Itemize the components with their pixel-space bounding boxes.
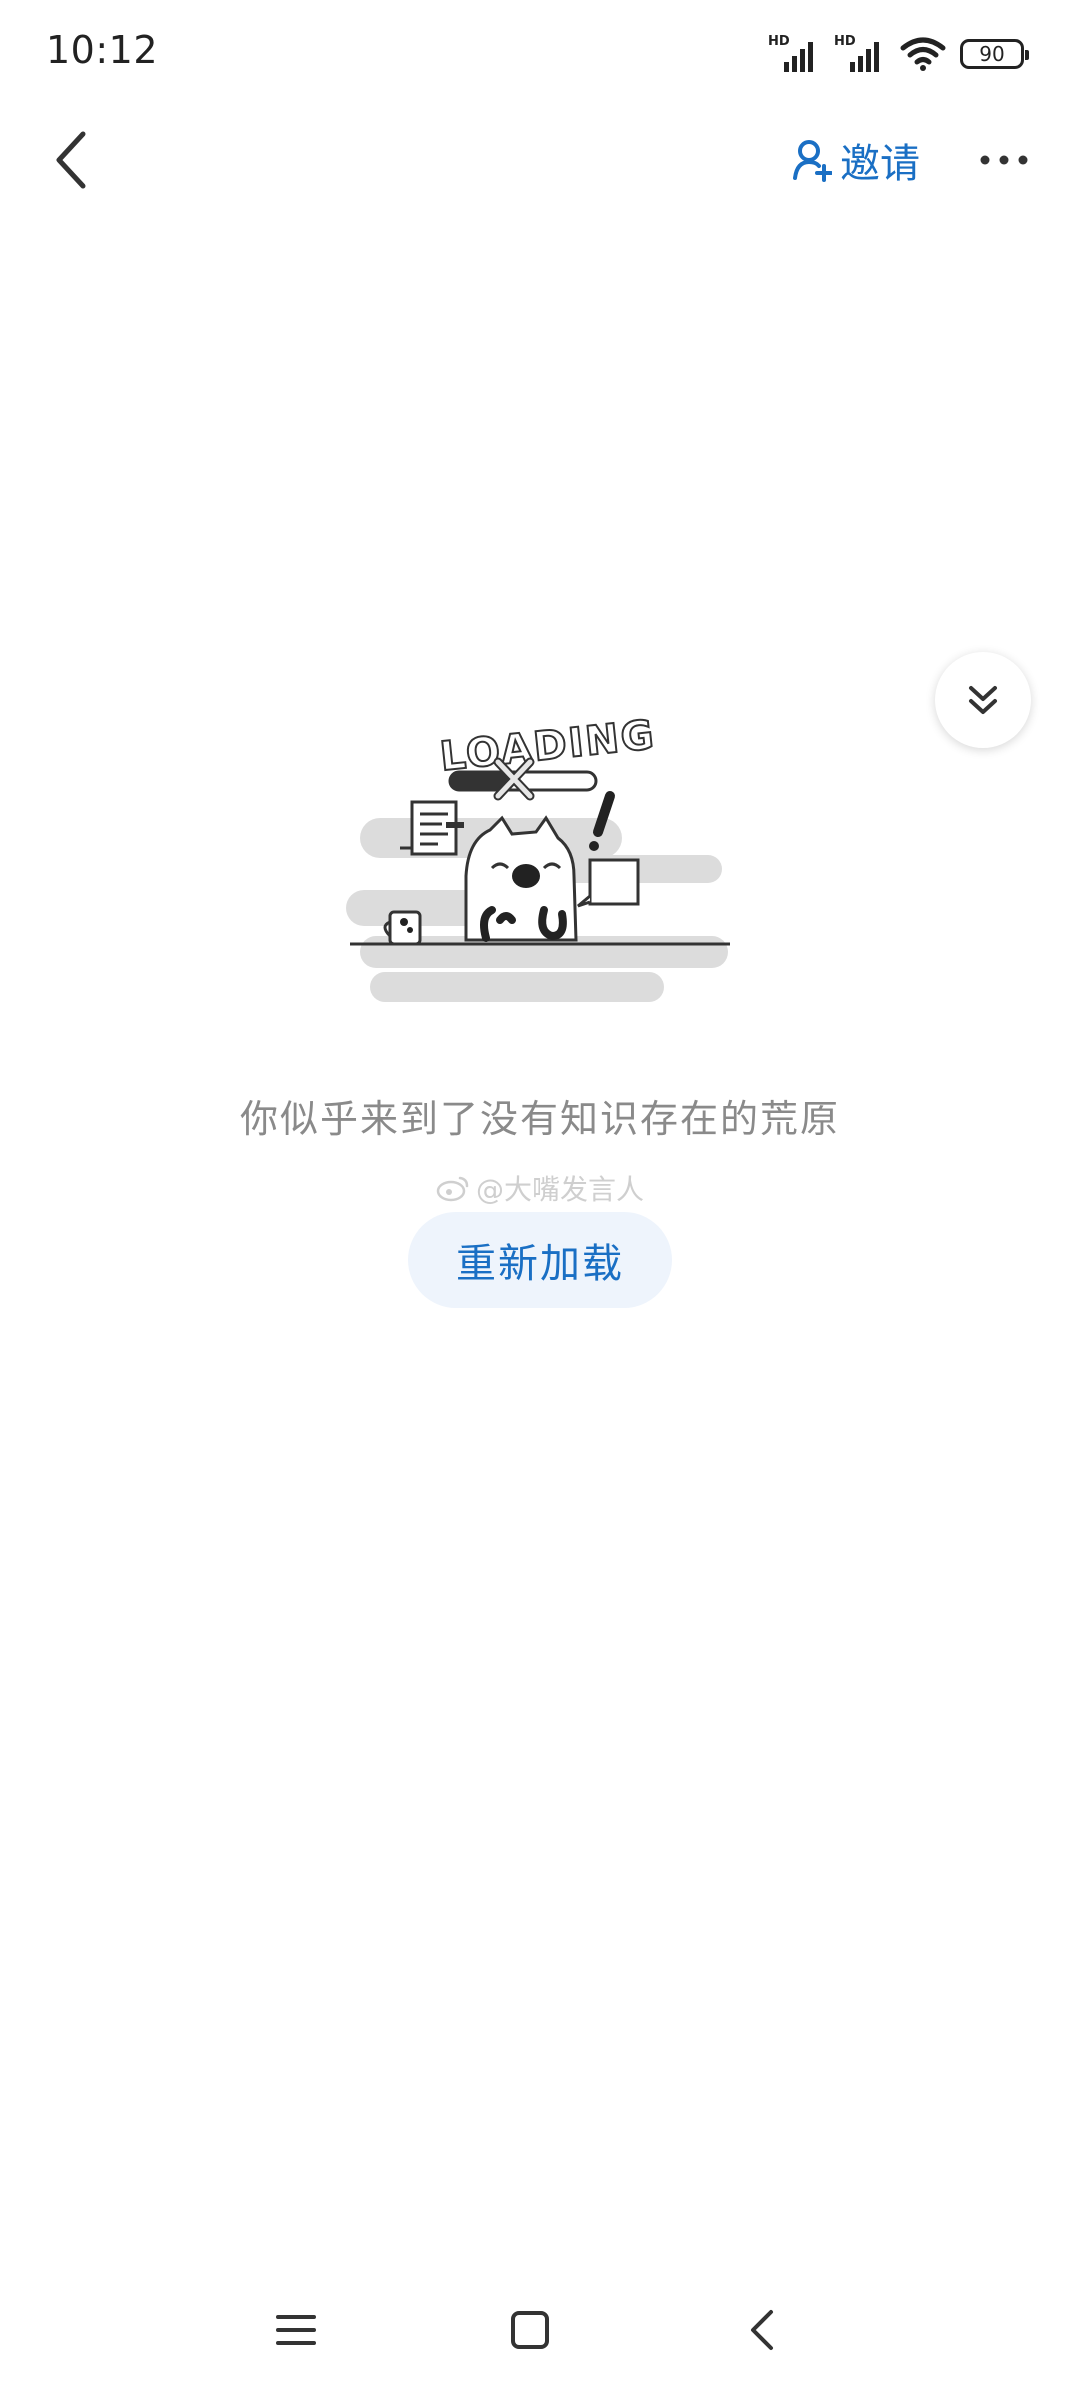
double-chevron-down-icon (969, 686, 997, 714)
reload-button[interactable]: 重新加载 (408, 1212, 672, 1308)
watermark-text: @大嘴发言人 (475, 1173, 644, 1206)
status-bar: 10:12 HD HD 90 (0, 0, 1080, 110)
battery-level: 90 (979, 42, 1005, 66)
home-button[interactable] (490, 2295, 570, 2365)
wifi-icon (900, 37, 946, 71)
more-horizontal-icon (980, 155, 1028, 165)
status-icons: HD HD 90 (768, 34, 1029, 74)
loading-text: LOADING (438, 712, 658, 780)
system-nav-bar (0, 2273, 1080, 2383)
recent-apps-button[interactable] (256, 2295, 336, 2365)
back-button[interactable] (36, 122, 106, 198)
cellular-signal-1-icon: HD (768, 34, 820, 74)
chevron-left-icon (56, 131, 86, 189)
invite-button[interactable]: 邀请 (792, 128, 920, 192)
invite-label: 邀请 (840, 141, 920, 187)
menu-icon (276, 2315, 316, 2345)
weibo-icon (436, 1176, 469, 1202)
back-chevron-icon (751, 2310, 773, 2350)
battery-icon: 90 (960, 39, 1029, 69)
more-options-button[interactable] (964, 130, 1044, 190)
cellular-signal-2-icon: HD (834, 34, 886, 74)
app-screen: 10:12 HD HD 90 邀请 LOADING 你似乎来到了没有知识存在的荒… (0, 0, 1080, 2383)
empty-state-message: 你似乎来到了没有知识存在的荒原 (239, 1097, 840, 1141)
watermark: @大嘴发言人 (0, 1168, 1080, 1208)
top-nav-bar: 邀请 (0, 110, 1080, 210)
scroll-down-button[interactable] (935, 652, 1031, 748)
home-square-icon (511, 2311, 549, 2349)
person-add-icon (793, 140, 832, 182)
system-back-button[interactable] (722, 2295, 802, 2365)
loading-illustration: LOADING (340, 700, 740, 1030)
status-time: 10:12 (46, 28, 159, 72)
